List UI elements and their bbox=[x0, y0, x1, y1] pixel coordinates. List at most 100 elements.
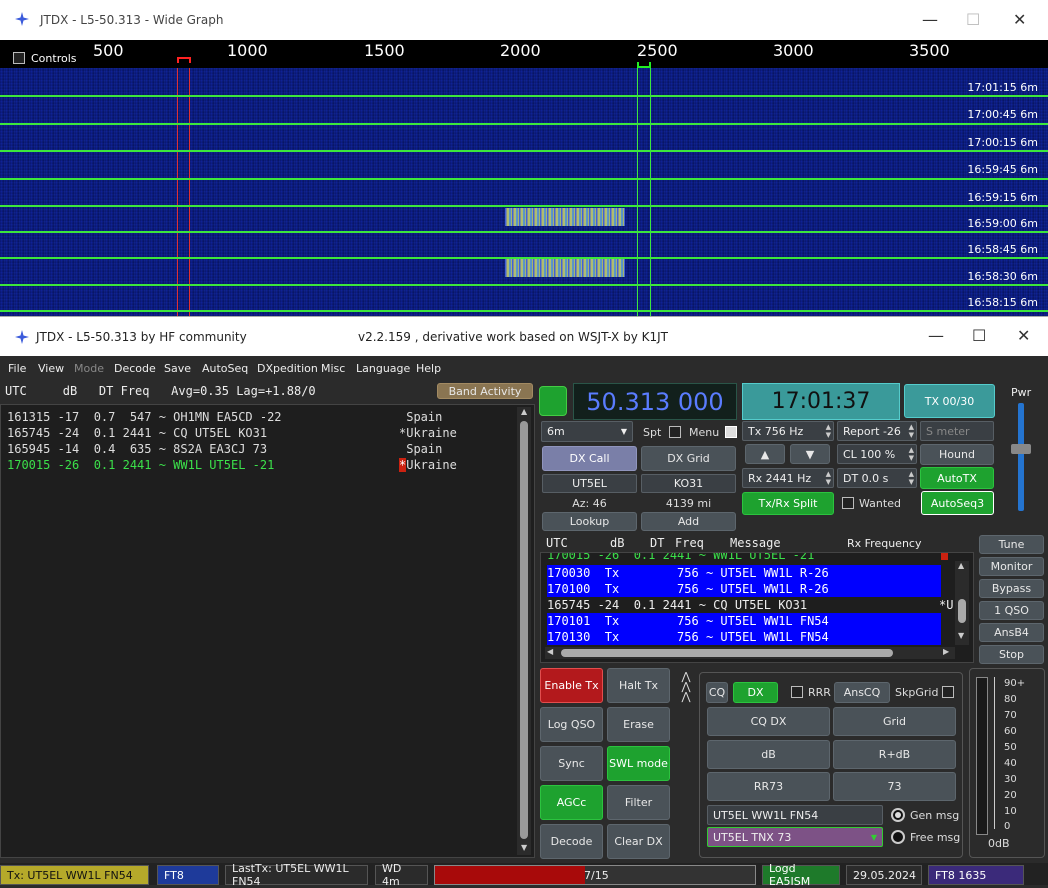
waterfall-timestamp: 16:58:45 6m bbox=[967, 243, 1038, 256]
tx-counter[interactable]: TX 00/30 bbox=[904, 384, 995, 418]
sync-button[interactable]: Sync bbox=[540, 746, 603, 781]
rx-frequency-list[interactable]: 170015 -26 0.1 2441 ~ WW1L UT5EL -21 170… bbox=[540, 552, 974, 663]
agcc-button[interactable]: AGCc bbox=[540, 785, 603, 820]
dx-call-button[interactable]: DX Call bbox=[542, 446, 637, 471]
power-slider-track[interactable] bbox=[1018, 403, 1024, 511]
dx-grid-field[interactable]: KO31 bbox=[641, 474, 736, 493]
swl-mode-button[interactable]: SWL mode bbox=[607, 746, 670, 781]
meter-label: 0 bbox=[1004, 821, 1011, 832]
waterfall[interactable]: 17:01:15 6m 17:00:45 6m 17:00:15 6m 16:5… bbox=[0, 68, 1048, 316]
free-msg-radio[interactable] bbox=[891, 830, 905, 844]
up-arrow-button[interactable]: ▲ bbox=[745, 444, 785, 464]
rx-freq-spinbox[interactable]: Rx 2441 Hz ▲ ▼ bbox=[742, 468, 834, 488]
rx-row[interactable]: 165745 -24 0.1 2441 ~ CQ UT5EL KO31 *U bbox=[547, 597, 957, 613]
meter-label: 70 bbox=[1004, 710, 1017, 721]
rrr-checkbox[interactable] bbox=[791, 686, 803, 698]
controls-checkbox[interactable] bbox=[13, 52, 25, 64]
band-activity-button[interactable]: Band Activity bbox=[437, 383, 533, 399]
decode-button[interactable]: Decode bbox=[540, 824, 603, 859]
status-mode: FT8 bbox=[157, 865, 219, 885]
erase-button[interactable]: Erase bbox=[607, 707, 670, 742]
power-slider-handle[interactable] bbox=[1011, 444, 1031, 454]
menu-save[interactable]: Save bbox=[164, 362, 191, 375]
menu-dxpedition[interactable]: DXpedition bbox=[257, 362, 318, 375]
maximize-icon[interactable]: ☐ bbox=[972, 326, 986, 345]
rx-horizontal-scrollbar[interactable]: ◀ ▶ bbox=[545, 647, 955, 659]
enable-tx-button[interactable]: Enable Tx bbox=[540, 668, 603, 703]
menu-decode[interactable]: Decode bbox=[114, 362, 156, 375]
bypass-button[interactable]: Bypass bbox=[979, 579, 1044, 598]
seventy-three-button[interactable]: 73 bbox=[833, 772, 956, 801]
cq-dx-button[interactable]: CQ DX bbox=[707, 707, 830, 736]
grid-button[interactable]: Grid bbox=[833, 707, 956, 736]
free-message-select[interactable]: UT5EL TNX 73 ▼ bbox=[707, 827, 883, 847]
anscq-button[interactable]: AnsCQ bbox=[834, 682, 890, 703]
hound-button[interactable]: Hound bbox=[920, 444, 994, 465]
menu-checkbox[interactable] bbox=[725, 426, 737, 438]
lookup-button[interactable]: Lookup bbox=[542, 512, 637, 531]
band-activity-row[interactable]: 170015 -26 0.1 2441 ~ WW1L UT5EL -21 bbox=[7, 457, 274, 473]
dx-call-field[interactable]: UT5EL bbox=[542, 474, 637, 493]
wanted-checkbox[interactable] bbox=[842, 497, 854, 509]
generated-message-field[interactable]: UT5EL WW1L FN54 bbox=[707, 805, 883, 825]
menu-label: Menu bbox=[689, 426, 720, 439]
tx-freq-spinbox[interactable]: Tx 756 Hz ▲ ▼ bbox=[742, 421, 834, 441]
tx-line bbox=[637, 68, 638, 316]
rx-col-utc: UTC bbox=[546, 536, 568, 550]
autoseq3-button[interactable]: AutoSeq3 bbox=[921, 491, 994, 515]
tx-rx-split-button[interactable]: Tx/Rx Split bbox=[742, 492, 834, 515]
band-activity-list[interactable]: 161315 -17 0.7 547 ~ OH1MN EA5CD -22 Spa… bbox=[0, 404, 535, 858]
ansb4-button[interactable]: AnsB4 bbox=[979, 623, 1044, 642]
halt-tx-button[interactable]: Halt Tx bbox=[607, 668, 670, 703]
rx-row[interactable]: 170030 Tx 756 ~ UT5EL WW1L R-26 bbox=[547, 565, 941, 581]
rr73-button[interactable]: RR73 bbox=[707, 772, 830, 801]
band-activity-row[interactable]: 165945 -14 0.4 635 ~ 8S2A EA3CJ 73 bbox=[7, 441, 267, 457]
rx-row[interactable]: 170130 Tx 756 ~ UT5EL WW1L FN54 bbox=[547, 629, 941, 645]
log-qso-button[interactable]: Log QSO bbox=[540, 707, 603, 742]
maximize-icon[interactable]: ☐ bbox=[966, 10, 980, 29]
dx-grid-button[interactable]: DX Grid bbox=[641, 446, 736, 471]
dx-button[interactable]: DX bbox=[733, 682, 778, 703]
rx-row[interactable]: 170100 Tx 756 ~ UT5EL WW1L R-26 bbox=[547, 581, 941, 597]
rx-row[interactable]: 170101 Tx 756 ~ UT5EL WW1L FN54 bbox=[547, 613, 941, 629]
spt-checkbox[interactable] bbox=[669, 426, 681, 438]
add-button[interactable]: Add bbox=[641, 512, 736, 531]
dt-spinbox[interactable]: DT 0.0 s ▲ ▼ bbox=[837, 468, 917, 488]
wide-graph-titlebar: JTDX - L5-50.313 - Wide Graph — ☐ ✕ bbox=[0, 0, 1048, 40]
band-activity-row[interactable]: 165745 -24 0.1 2441 ~ CQ UT5EL KO31 bbox=[7, 425, 267, 441]
one-qso-button[interactable]: 1 QSO bbox=[979, 601, 1044, 620]
frequency-display[interactable]: 50.313 000 bbox=[573, 383, 737, 420]
report-spinbox[interactable]: Report -26 ▲ ▼ bbox=[837, 421, 917, 441]
db-button[interactable]: dB bbox=[707, 740, 830, 769]
status-tx-message: Tx: UT5EL WW1L FN54 bbox=[0, 865, 149, 885]
stop-button[interactable]: Stop bbox=[979, 645, 1044, 664]
rx-vertical-scrollbar[interactable]: ▲ ▼ bbox=[955, 561, 969, 645]
band-select[interactable]: 6m ▼ bbox=[541, 421, 633, 442]
tune-button[interactable]: Tune bbox=[979, 535, 1044, 554]
menu-misc[interactable]: Misc bbox=[321, 362, 345, 375]
close-icon[interactable]: ✕ bbox=[1013, 10, 1026, 29]
skpgrid-checkbox[interactable] bbox=[942, 686, 954, 698]
menu-help[interactable]: Help bbox=[416, 362, 441, 375]
minimize-icon[interactable]: — bbox=[922, 10, 938, 29]
band-activity-scrollbar[interactable]: ▲ ▼ bbox=[517, 407, 531, 855]
minimize-icon[interactable]: — bbox=[928, 326, 944, 345]
cl-spinbox[interactable]: CL 100 % ▲ ▼ bbox=[837, 444, 917, 464]
band-activity-row[interactable]: 161315 -17 0.7 547 ~ OH1MN EA5CD -22 bbox=[7, 409, 282, 425]
menu-language[interactable]: Language bbox=[356, 362, 410, 375]
filter-button[interactable]: Filter bbox=[607, 785, 670, 820]
cq-button[interactable]: CQ bbox=[706, 682, 728, 703]
menu-file[interactable]: File bbox=[8, 362, 26, 375]
monitor-button[interactable]: Monitor bbox=[979, 557, 1044, 576]
tx-line bbox=[650, 68, 651, 316]
rx-row[interactable]: 170015 -26 0.1 2441 ~ WW1L UT5EL -21 bbox=[547, 553, 939, 563]
clear-dx-button[interactable]: Clear DX bbox=[607, 824, 670, 859]
close-icon[interactable]: ✕ bbox=[1017, 326, 1030, 345]
menu-autoseq[interactable]: AutoSeq bbox=[202, 362, 248, 375]
down-arrow-button[interactable]: ▼ bbox=[790, 444, 830, 464]
autotx-button[interactable]: AutoTX bbox=[920, 467, 994, 489]
r-db-button[interactable]: R+dB bbox=[833, 740, 956, 769]
menu-bar: File View Mode Decode Save AutoSeq DXped… bbox=[0, 356, 1048, 378]
menu-view[interactable]: View bbox=[38, 362, 64, 375]
gen-msg-radio[interactable] bbox=[891, 808, 905, 822]
